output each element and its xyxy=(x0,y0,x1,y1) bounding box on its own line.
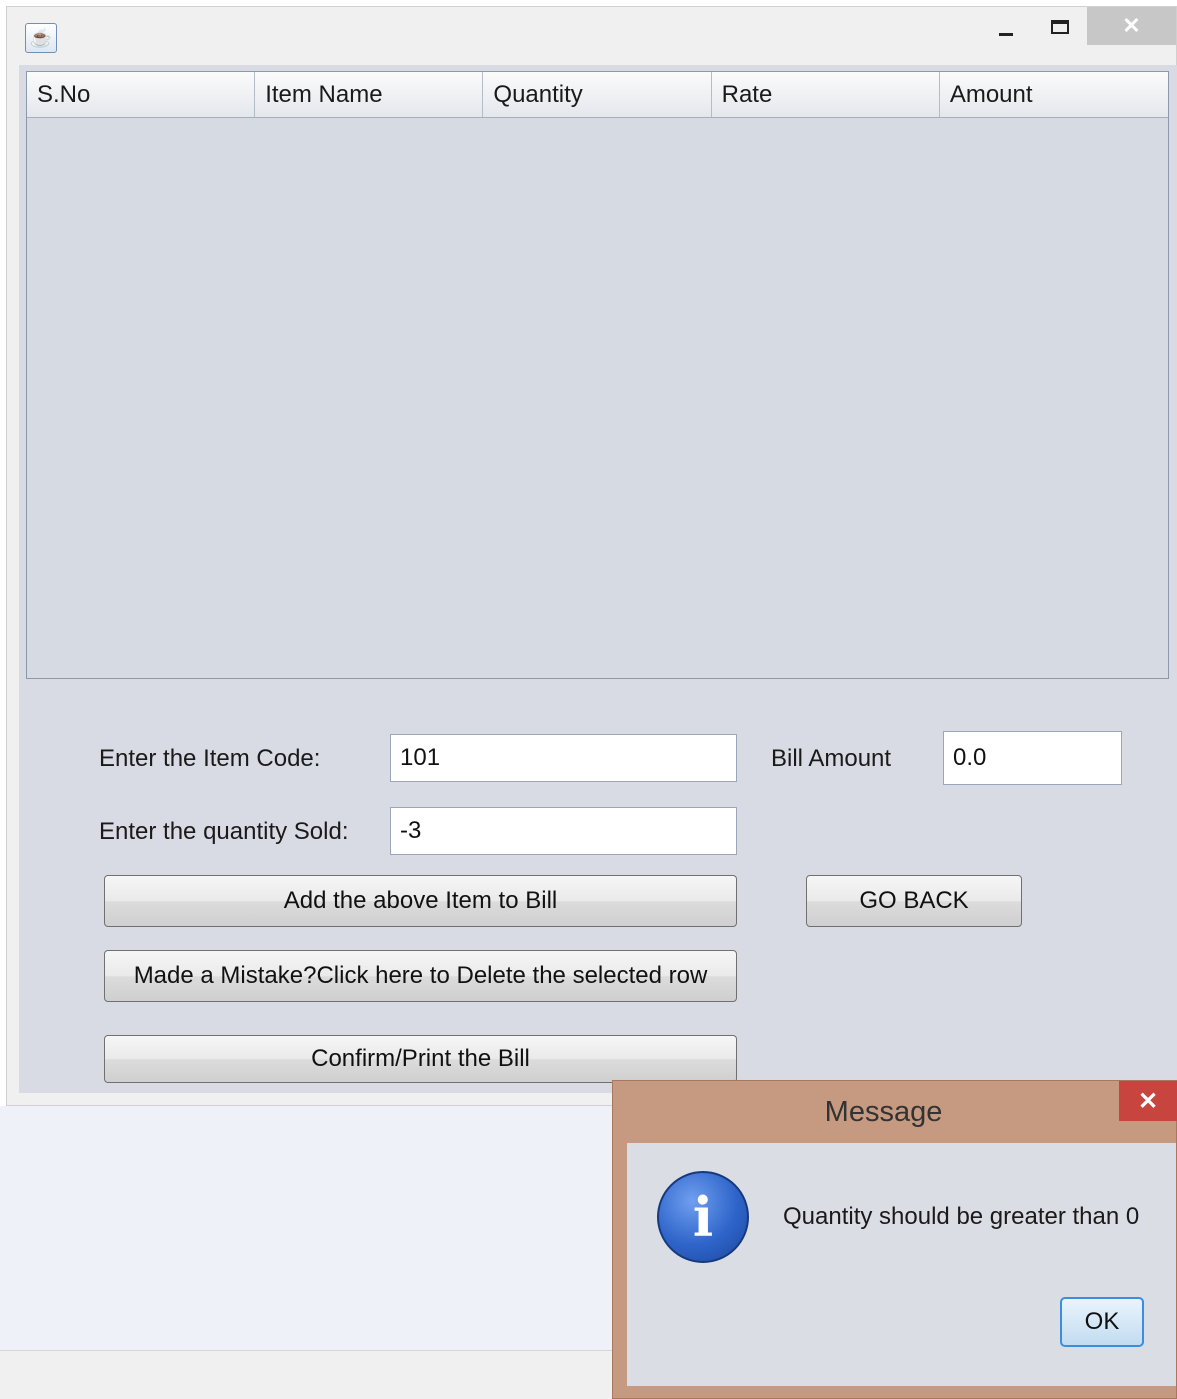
bill-amount-label: Bill Amount xyxy=(771,745,892,772)
close-button[interactable]: ✕ xyxy=(1087,7,1176,45)
maximize-button[interactable] xyxy=(1037,7,1083,47)
ok-button[interactable]: OK xyxy=(1060,1297,1144,1347)
dialog-body: i Quantity should be greater than 0 OK xyxy=(627,1143,1176,1386)
message-dialog: Message ✕ i Quantity should be greater t… xyxy=(612,1080,1177,1399)
delete-row-button[interactable]: Made a Mistake?Click here to Delete the … xyxy=(104,950,737,1002)
dialog-message: Quantity should be greater than 0 xyxy=(783,1203,1140,1230)
confirm-print-button[interactable]: Confirm/Print the Bill xyxy=(104,1035,737,1083)
dialog-close-button[interactable]: ✕ xyxy=(1119,1081,1177,1121)
item-code-field[interactable]: 101 xyxy=(390,734,737,782)
title-bar[interactable]: ☕ ✕ xyxy=(7,7,1176,65)
add-item-button[interactable]: Add the above Item to Bill xyxy=(104,875,737,927)
minimize-icon xyxy=(999,32,1013,36)
column-header-quantity[interactable]: Quantity xyxy=(483,72,712,117)
bill-table[interactable]: S.No Item Name Quantity Rate Amount xyxy=(26,71,1169,679)
billing-window: ☕ ✕ S.No Item Name Quantity Rate Amount … xyxy=(6,6,1177,1106)
quantity-field[interactable]: -3 xyxy=(390,807,737,855)
column-header-item-name[interactable]: Item Name xyxy=(255,72,484,117)
column-header-amount[interactable]: Amount xyxy=(940,72,1168,117)
bill-amount-field[interactable]: 0.0 xyxy=(943,731,1122,785)
table-header: S.No Item Name Quantity Rate Amount xyxy=(27,72,1168,118)
dialog-title: Message xyxy=(824,1095,943,1128)
content-panel: S.No Item Name Quantity Rate Amount Ente… xyxy=(19,65,1177,1093)
column-header-rate[interactable]: Rate xyxy=(712,72,940,117)
column-header-sno[interactable]: S.No xyxy=(27,72,256,117)
java-icon[interactable]: ☕ xyxy=(25,23,57,53)
maximize-icon xyxy=(1051,20,1069,34)
quantity-label: Enter the quantity Sold: xyxy=(99,818,349,845)
item-code-label: Enter the Item Code: xyxy=(99,745,321,772)
go-back-button[interactable]: GO BACK xyxy=(806,875,1022,927)
minimize-button[interactable] xyxy=(983,7,1029,47)
close-icon: ✕ xyxy=(1122,13,1141,38)
info-icon: i xyxy=(657,1171,749,1263)
